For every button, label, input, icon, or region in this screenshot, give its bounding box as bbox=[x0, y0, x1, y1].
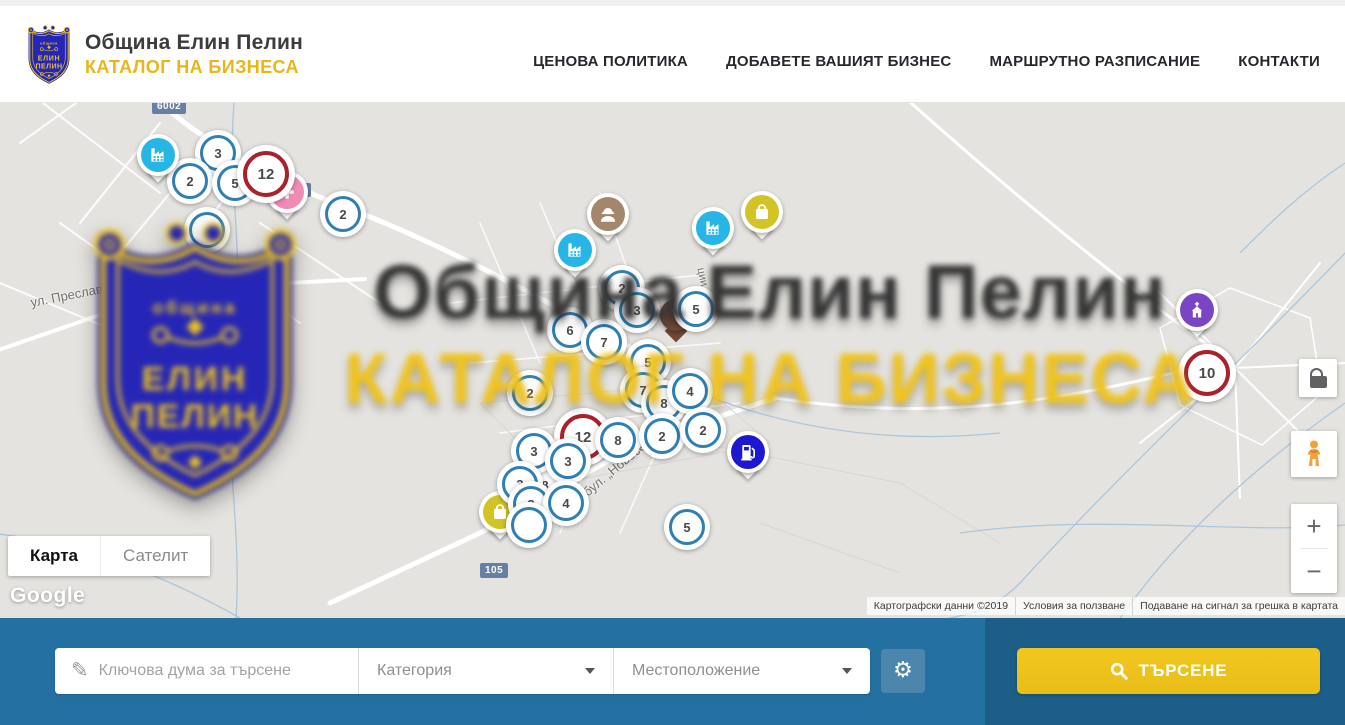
category-dropdown-label: Категория bbox=[377, 662, 452, 680]
search-bar: ✎ Категория Местоположение ⚙ ТЪРСЕНЕ bbox=[0, 618, 1345, 725]
cluster-count: 2 bbox=[644, 418, 680, 454]
search-button-label: ТЪРСЕНЕ bbox=[1139, 661, 1228, 681]
map-attribution: Картографски данни ©2019 Условия за полз… bbox=[867, 597, 1345, 615]
shopping-bag-icon bbox=[751, 201, 773, 223]
brand-subtitle: КАТАЛОГ НА БИЗНЕСА bbox=[85, 57, 303, 78]
pencil-icon: ✎ bbox=[71, 658, 89, 682]
shopping-pin[interactable] bbox=[741, 191, 783, 233]
church-pin[interactable] bbox=[1176, 289, 1218, 331]
cluster-marker[interactable]: 2 bbox=[320, 191, 366, 237]
factory-pin[interactable] bbox=[692, 207, 734, 249]
cluster-count: 7 bbox=[586, 324, 622, 360]
cluster-marker[interactable]: 5 bbox=[664, 504, 710, 550]
municipality-coat-of-arms-logo bbox=[25, 23, 73, 85]
nav-contacts[interactable]: КОНТАКТИ bbox=[1238, 53, 1320, 70]
nav-route-schedule[interactable]: МАРШРУТНО РАЗПИСАНИЕ bbox=[989, 53, 1200, 70]
zoom-control: + − bbox=[1291, 504, 1337, 593]
keyword-field: ✎ bbox=[55, 648, 358, 694]
cluster-marker[interactable]: 3 bbox=[545, 438, 591, 484]
attribution-copyright: Картографски данни ©2019 bbox=[867, 597, 1015, 615]
cluster-marker[interactable]: 7 bbox=[581, 319, 627, 365]
nav-pricing-policy[interactable]: ЦЕНОВА ПОЛИТИКА bbox=[533, 53, 688, 70]
cluster-marker[interactable]: 10 bbox=[1178, 344, 1236, 402]
cluster-count bbox=[511, 507, 547, 543]
factory-icon bbox=[564, 239, 586, 261]
zoom-out-button[interactable]: − bbox=[1291, 549, 1337, 593]
cluster-count: 5 bbox=[678, 291, 714, 327]
search-settings-button[interactable]: ⚙ bbox=[881, 649, 925, 693]
cluster-count: 2 bbox=[512, 375, 548, 411]
factory-pin[interactable] bbox=[137, 134, 179, 176]
location-dropdown[interactable]: Местоположение bbox=[613, 648, 870, 694]
location-dropdown-label: Местоположение bbox=[632, 662, 760, 680]
attribution-report-link[interactable]: Подаване на сигнал за грешка в картата bbox=[1132, 597, 1345, 615]
zoom-in-button[interactable]: + bbox=[1291, 504, 1337, 548]
search-icon bbox=[1110, 662, 1128, 680]
cluster-count: 5 bbox=[669, 509, 705, 545]
factory-icon bbox=[147, 144, 169, 166]
cluster-count: 4 bbox=[548, 485, 584, 521]
map-type-satellite-button[interactable]: Сателит bbox=[100, 536, 210, 576]
map-type-control: Карта Сателит bbox=[8, 536, 210, 576]
cluster-marker[interactable] bbox=[506, 502, 552, 548]
worker-icon bbox=[597, 203, 619, 225]
search-button[interactable]: ТЪРСЕНЕ bbox=[1017, 648, 1320, 694]
fuel-pin[interactable] bbox=[727, 431, 769, 473]
cluster-marker[interactable]: 2 bbox=[507, 370, 553, 416]
cluster-marker[interactable]: 2 bbox=[639, 413, 685, 459]
cluster-count: 3 bbox=[619, 292, 655, 328]
google-logo[interactable]: Google bbox=[10, 584, 85, 608]
worker-pin[interactable] bbox=[587, 193, 629, 235]
brand[interactable]: Община Елин Пелин КАТАЛОГ НА БИЗНЕСА bbox=[25, 23, 303, 85]
factory-icon bbox=[702, 217, 724, 239]
chevron-down-icon bbox=[842, 668, 852, 674]
brand-text: Община Елин Пелин КАТАЛОГ НА БИЗНЕСА bbox=[85, 31, 303, 78]
keyword-search-input[interactable] bbox=[99, 662, 346, 680]
lock-icon bbox=[1310, 368, 1327, 388]
fuel-pump-icon bbox=[737, 441, 759, 463]
category-dropdown[interactable]: Категория bbox=[358, 648, 613, 694]
nav-add-your-business[interactable]: ДОБАВЕТЕ ВАШИЯТ БИЗНЕС bbox=[726, 53, 951, 70]
cluster-count: 2 bbox=[685, 412, 721, 448]
cluster-count: 10 bbox=[1184, 350, 1230, 396]
cluster-marker[interactable]: 2 bbox=[680, 407, 726, 453]
search-group: ✎ Категория Местоположение bbox=[55, 648, 870, 694]
attribution-terms-link[interactable]: Условия за ползване bbox=[1015, 597, 1132, 615]
map-canvas[interactable]: ул. Преслав бул. „Новосел ции 6002 105 3… bbox=[0, 103, 1345, 618]
header: Община Елин Пелин КАТАЛОГ НА БИЗНЕСА ЦЕН… bbox=[0, 0, 1345, 103]
page: Община Елин Пелин КАТАЛОГ НА БИЗНЕСА ЦЕН… bbox=[0, 0, 1345, 725]
cluster-count: 4 bbox=[672, 373, 708, 409]
brand-title: Община Елин Пелин bbox=[85, 31, 303, 55]
cluster-count: 3 bbox=[550, 443, 586, 479]
cluster-marker[interactable]: 5 bbox=[673, 286, 719, 332]
cluster-count bbox=[189, 212, 225, 248]
pegman-button[interactable] bbox=[1291, 431, 1337, 477]
factory-pin[interactable] bbox=[554, 229, 596, 271]
chevron-down-icon bbox=[585, 668, 595, 674]
cluster-marker[interactable]: 8 bbox=[595, 417, 641, 463]
church-icon bbox=[1186, 299, 1208, 321]
pegman-icon bbox=[1301, 439, 1327, 469]
cluster-count: 8 bbox=[600, 422, 636, 458]
cluster-count: 12 bbox=[243, 151, 289, 197]
cluster-count: 2 bbox=[325, 196, 361, 232]
cluster-marker[interactable] bbox=[184, 207, 230, 253]
main-nav: ЦЕНОВА ПОЛИТИКА ДОБАВЕТЕ ВАШИЯТ БИЗНЕС М… bbox=[533, 39, 1320, 70]
map-type-map-button[interactable]: Карта bbox=[8, 536, 100, 576]
gear-icon: ⚙ bbox=[893, 660, 913, 682]
cluster-marker[interactable]: 12 bbox=[237, 145, 295, 203]
street-view-lock-button[interactable] bbox=[1299, 359, 1337, 397]
